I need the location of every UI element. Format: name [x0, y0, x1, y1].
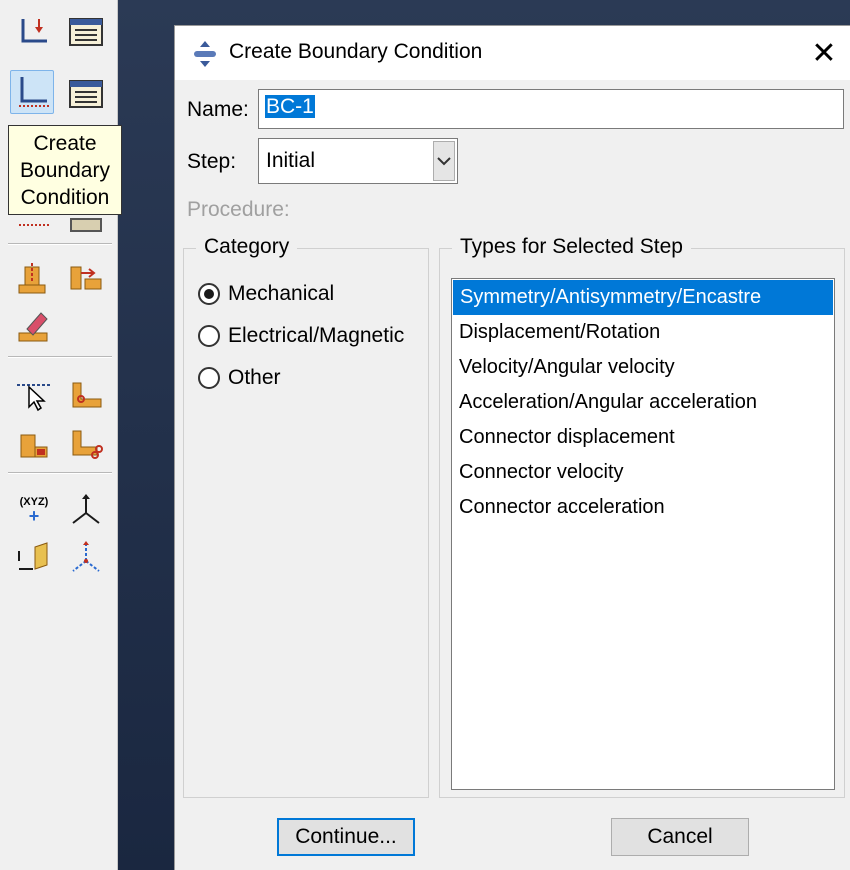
list-item[interactable]: Velocity/Angular velocity	[452, 350, 834, 385]
list-item[interactable]: Connector displacement	[452, 420, 834, 455]
bc-manager-icon[interactable]	[64, 10, 108, 54]
list-item[interactable]: Acceleration/Angular acceleration	[452, 385, 834, 420]
chevron-down-icon[interactable]	[433, 141, 455, 181]
radio-button-selected[interactable]	[198, 283, 220, 305]
step-select[interactable]: Initial	[258, 138, 458, 184]
point-select-icon[interactable]	[12, 372, 56, 416]
csys-icon[interactable]	[64, 488, 108, 532]
cut-icon[interactable]	[64, 422, 108, 466]
list-item[interactable]: Displacement/Rotation	[452, 315, 834, 350]
boundary-condition-icon[interactable]	[12, 10, 56, 54]
axis-icon[interactable]	[64, 536, 108, 580]
radio-label: Other	[228, 366, 281, 389]
types-title: Types for Selected Step	[452, 235, 691, 259]
types-listbox[interactable]: Symmetry/Antisymmetry/Encastre Displacem…	[451, 278, 835, 790]
abaqus-app-icon	[190, 39, 220, 69]
procedure-label: Procedure:	[187, 198, 290, 221]
close-icon: ✕	[811, 36, 837, 70]
create-boundary-condition-dialog: Create Boundary Condition ✕ Name: BC-1 S…	[174, 25, 850, 870]
name-input-value: BC-1	[265, 95, 315, 118]
radio-button[interactable]	[198, 325, 220, 347]
radio-mechanical[interactable]: Mechanical	[198, 282, 334, 306]
toolbox-separator	[8, 356, 112, 358]
list-item[interactable]: Symmetry/Antisymmetry/Encastre	[453, 280, 833, 315]
plane-icon[interactable]	[12, 536, 56, 580]
radio-electrical-magnetic[interactable]: Electrical/Magnetic	[198, 324, 404, 348]
tooltip-create-boundary-condition: Create Boundary Condition	[8, 125, 122, 215]
toolbox-separator	[8, 243, 112, 245]
step-label: Step:	[187, 150, 237, 173]
dialog-titlebar[interactable]: Create Boundary Condition ✕	[175, 26, 850, 80]
continue-button[interactable]: Continue...	[277, 818, 415, 856]
predefined-field-icon[interactable]	[12, 256, 56, 300]
eraser-icon[interactable]	[12, 304, 56, 348]
radio-label: Electrical/Magnetic	[228, 324, 405, 347]
radio-other[interactable]: Other	[198, 366, 281, 390]
step-select-value: Initial	[266, 149, 316, 172]
xyz-datum-icon[interactable]: (XYZ) +	[12, 488, 56, 532]
list-item[interactable]: Connector acceleration	[452, 490, 834, 525]
close-button[interactable]: ✕	[797, 26, 850, 80]
name-label: Name:	[187, 98, 249, 121]
radio-button[interactable]	[198, 367, 220, 389]
radio-label: Mechanical	[228, 282, 335, 305]
create-boundary-condition-icon[interactable]	[10, 70, 54, 114]
dialog-title: Create Boundary Condition	[229, 40, 483, 63]
list-item[interactable]: Connector velocity	[452, 455, 834, 490]
name-input[interactable]: BC-1	[258, 89, 844, 129]
bc-manager-icon[interactable]	[64, 72, 108, 116]
tooltip-text: Create Boundary Condition	[20, 132, 110, 209]
toolbox-separator	[8, 472, 112, 474]
category-group: Category Mechanical Electrical/Magnetic …	[183, 235, 429, 798]
block-icon[interactable]	[12, 422, 56, 466]
cancel-button[interactable]: Cancel	[611, 818, 749, 856]
partition-icon[interactable]	[64, 374, 108, 418]
category-title: Category	[196, 235, 298, 259]
field-manager-icon[interactable]	[64, 256, 108, 300]
